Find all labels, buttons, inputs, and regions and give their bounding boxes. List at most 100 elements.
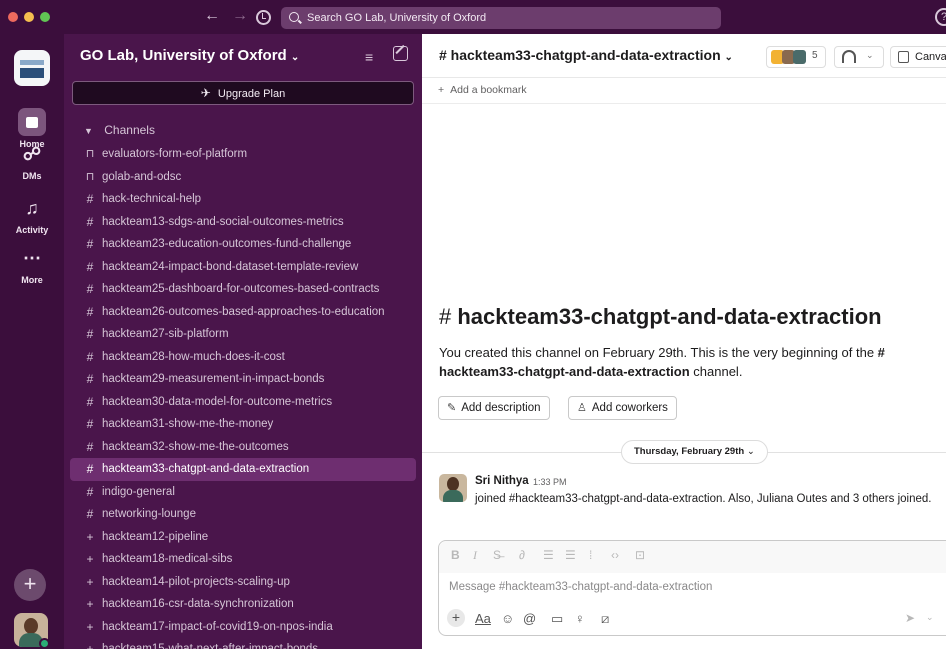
text-format-icon[interactable]: Aa (475, 611, 491, 626)
add-description-button[interactable]: ✎ Add description (438, 396, 550, 420)
add-bookmark-button[interactable]: + Add a bookmark (438, 84, 527, 96)
plus-icon: + (86, 552, 94, 566)
rail-dms[interactable]: ☍ DMs (0, 140, 64, 181)
date-divider[interactable]: Thursday, February 29th ⌄ (621, 440, 768, 464)
bullet-list-icon[interactable]: ☰ (565, 548, 576, 562)
hash-icon: # (86, 417, 94, 431)
sidebar-channel-item[interactable]: # hackteam25-dashboard-for-outcomes-based… (64, 278, 422, 301)
rail-activity[interactable]: ♫ Activity (0, 194, 64, 235)
sidebar-channel-item[interactable]: # hackteam30-data-model-for-outcome-metri… (64, 391, 422, 414)
workspace-name-button[interactable]: GO Lab, University of Oxford ⌄ (80, 47, 299, 64)
channel-view: # hackteam33-chatgpt-and-data-extraction… (422, 34, 946, 649)
channel-name: hackteam31-show-me-the-money (102, 418, 274, 430)
channels-section-header[interactable]: ▼ Channels (84, 123, 155, 137)
workspace-logo[interactable] (14, 50, 50, 86)
zoom-window-button[interactable] (40, 12, 50, 22)
headphones-icon (842, 50, 856, 63)
chevron-down-icon[interactable]: ⌄ (926, 612, 934, 623)
sidebar-channel-item[interactable]: # hackteam23-education-outcomes-fund-chal… (64, 233, 422, 256)
message-input[interactable]: Message #hackteam33-chatgpt-and-data-ext… (449, 581, 929, 593)
sidebar-channel-item[interactable]: # hackteam27-sib-platform (64, 323, 422, 346)
sidebar-channel-item[interactable]: # hackteam28-how-much-does-it-cost (64, 346, 422, 369)
message-avatar[interactable] (439, 474, 467, 502)
members-button[interactable]: 5 (766, 46, 826, 68)
sidebar-channel-item[interactable]: # networking-lounge (64, 503, 422, 526)
video-icon[interactable]: ▭ (551, 611, 563, 627)
sidebar-channel-item[interactable]: # hackteam31-show-me-the-money (64, 413, 422, 436)
filter-icon[interactable]: ≡ (365, 49, 373, 65)
huddle-button[interactable]: ⌄ (834, 46, 884, 68)
message-composer[interactable]: B I S̶ ∂ ☰ ☰ ⁞ ‹› ⊡ Message #hackteam33-… (438, 540, 946, 636)
sidebar-channel-item[interactable]: # hackteam13-sdgs-and-social-outcomes-met… (64, 211, 422, 234)
italic-icon[interactable]: I (473, 548, 477, 563)
upgrade-plan-button[interactable]: ✈ Upgrade Plan (72, 81, 414, 105)
hash-icon: # (86, 304, 94, 319)
sidebar-channel-item[interactable]: # hackteam26-outcomes-based-approaches-to… (64, 301, 422, 324)
add-workspace-button[interactable]: + (14, 569, 46, 601)
channel-header: # hackteam33-chatgpt-and-data-extraction… (422, 34, 946, 78)
chevron-down-icon: ⌄ (724, 52, 733, 63)
ellipsis-icon: ⋯ (23, 248, 41, 268)
sidebar-channel-item[interactable]: + hackteam18-medical-sibs (64, 548, 422, 571)
channel-name: hackteam32-show-me-the-outcomes (102, 440, 289, 453)
add-coworkers-button[interactable]: ♙ Add coworkers (568, 396, 677, 420)
close-window-button[interactable] (8, 12, 18, 22)
channel-name: hackteam13-sdgs-and-social-outcomes-metr… (102, 215, 344, 228)
sidebar-channel-item[interactable]: ⊓ golab-and-odsc (64, 166, 422, 189)
search-input[interactable]: Search GO Lab, University of Oxford (281, 7, 721, 29)
intro-suffix: channel. (689, 364, 743, 379)
workspace-rail: Home ☍ DMs ♫ Activity ⋯ More + (0, 34, 64, 649)
date-label: Thursday, February 29th (634, 446, 745, 457)
hash-icon: # (86, 372, 94, 386)
user-add-icon: ♙ (577, 402, 587, 414)
channel-name: evaluators-form-eof-platform (102, 148, 248, 160)
channel-name: hackteam18-medical-sibs (102, 553, 233, 565)
channels-section-label: Channels (104, 123, 155, 137)
minimize-window-button[interactable] (24, 12, 34, 22)
question-icon[interactable]: ? (935, 8, 946, 26)
message-author[interactable]: Sri Nithya (475, 475, 529, 487)
link-icon[interactable]: ∂ (519, 548, 525, 562)
hash-icon: # (86, 237, 94, 251)
sidebar-channel-item[interactable]: # hack-technical-help (64, 188, 422, 211)
channel-name: indigo-general (102, 485, 175, 498)
bold-icon[interactable]: B (451, 548, 460, 562)
sidebar-channel-item[interactable]: # hackteam32-show-me-the-outcomes (64, 436, 422, 459)
chevron-down-icon[interactable]: ⌄ (866, 50, 874, 61)
send-icon[interactable]: ➤ (905, 611, 915, 625)
slash-icon[interactable]: ⧄ (601, 611, 609, 627)
sidebar-channel-item[interactable]: # indigo-general (64, 481, 422, 504)
emoji-icon[interactable]: ☺ (501, 611, 514, 626)
sidebar-channel-item[interactable]: + hackteam12-pipeline (64, 526, 422, 549)
message-timestamp[interactable]: 1:33 PM (533, 477, 567, 487)
sidebar-channel-item[interactable]: + hackteam15-what-next-after-impact-bonds (64, 638, 422, 649)
channel-title-button[interactable]: # hackteam33-chatgpt-and-data-extraction… (439, 47, 733, 63)
sidebar-channel-item[interactable]: + hackteam14-pilot-projects-scaling-up (64, 571, 422, 594)
rail-dms-label: DMs (22, 171, 42, 181)
hash-icon: # (86, 349, 94, 364)
code-icon[interactable]: ‹› (611, 548, 619, 562)
sidebar-channel-item[interactable]: + hackteam16-csr-data-synchronization (64, 593, 422, 616)
blockquote-icon[interactable]: ⁞ (589, 548, 592, 562)
sidebar-channel-item[interactable]: + hackteam17-impact-of-covid19-on-npos-in… (64, 616, 422, 639)
mention-icon[interactable]: @ (523, 611, 536, 626)
compose-icon[interactable] (393, 46, 408, 61)
plus-icon[interactable]: + (447, 609, 465, 627)
sidebar-channel-item[interactable]: # hackteam33-chatgpt-and-data-extraction (70, 458, 416, 481)
strike-icon[interactable]: S̶ (493, 548, 501, 562)
arrow-right-icon[interactable]: → (232, 7, 248, 25)
mic-icon[interactable]: ♀ (575, 611, 585, 626)
channel-name: hackteam12-pipeline (102, 530, 209, 543)
ordered-list-icon[interactable]: ☰ (543, 548, 554, 562)
arrow-left-icon[interactable]: ← (204, 7, 220, 25)
sidebar-channel-item[interactable]: ⊓ evaluators-form-eof-platform (64, 143, 422, 166)
sidebar-channel-item[interactable]: # hackteam24-impact-bond-dataset-template… (64, 256, 422, 279)
code-block-icon[interactable]: ⊡ (635, 548, 645, 562)
channel-name: hackteam27-sib-platform (102, 328, 229, 340)
channel-sidebar: GO Lab, University of Oxford ⌄ ≡ ✈ Upgra… (64, 34, 422, 649)
canvas-button[interactable]: Canvas (890, 46, 946, 68)
sidebar-channel-item[interactable]: # hackteam29-measurement-in-impact-bonds (64, 368, 422, 391)
clock-icon[interactable] (256, 10, 271, 25)
rail-more[interactable]: ⋯ More (0, 244, 64, 285)
bookmark-bar: + Add a bookmark (422, 78, 946, 104)
